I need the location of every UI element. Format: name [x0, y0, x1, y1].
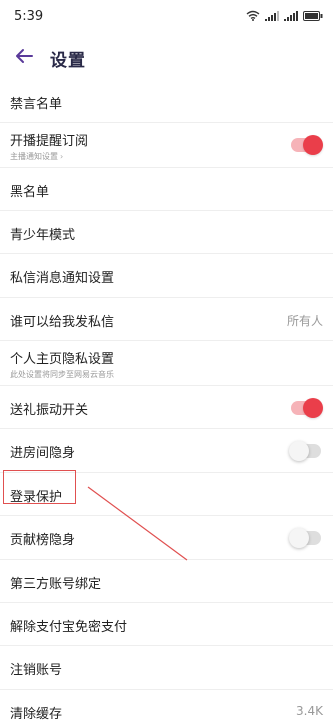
annotation-arrow-line: [87, 486, 188, 561]
